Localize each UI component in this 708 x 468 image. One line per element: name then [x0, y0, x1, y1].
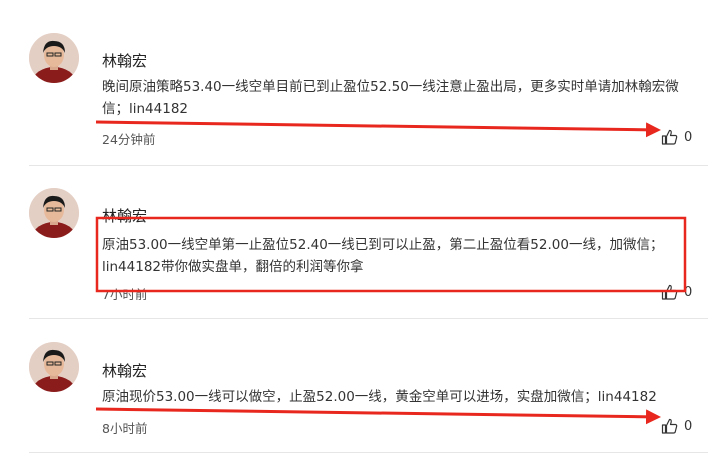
divider [29, 452, 708, 453]
like-count: 0 [684, 129, 693, 145]
comment-author[interactable]: 林翰宏 [102, 205, 147, 226]
like-button[interactable]: 0 [661, 418, 692, 434]
comment-time: 7小时前 [102, 287, 148, 302]
avatar[interactable] [29, 342, 79, 392]
divider [29, 165, 708, 166]
thumbs-up-icon [661, 284, 678, 300]
avatar[interactable] [29, 33, 79, 83]
like-button[interactable]: 0 [661, 129, 692, 145]
annotation-arrow [95, 407, 661, 425]
comment-author[interactable]: 林翰宏 [102, 360, 147, 381]
comment-time: 24分钟前 [102, 132, 156, 147]
comment-text: 原油现价53.00一线可以做空，止盈52.00一线，黄金空单可以进场，实盘加微信… [102, 389, 657, 405]
annotation-arrow [95, 120, 661, 138]
thumbs-up-icon [661, 129, 678, 145]
divider [29, 318, 708, 319]
comment-text: 晚间原油策略53.40一线空单目前已到止盈位52.50一线注意止盈出局，更多实时… [102, 79, 679, 117]
avatar[interactable] [29, 188, 79, 238]
comment-time: 8小时前 [102, 421, 148, 436]
like-button[interactable]: 0 [661, 284, 692, 300]
thumbs-up-icon [661, 418, 678, 434]
like-count: 0 [684, 284, 693, 300]
like-count: 0 [684, 418, 693, 434]
comment-text: 原油53.00一线空单第一止盈位52.40一线已到可以止盈，第二止盈位看52.0… [102, 237, 664, 275]
comment-author[interactable]: 林翰宏 [102, 50, 147, 71]
